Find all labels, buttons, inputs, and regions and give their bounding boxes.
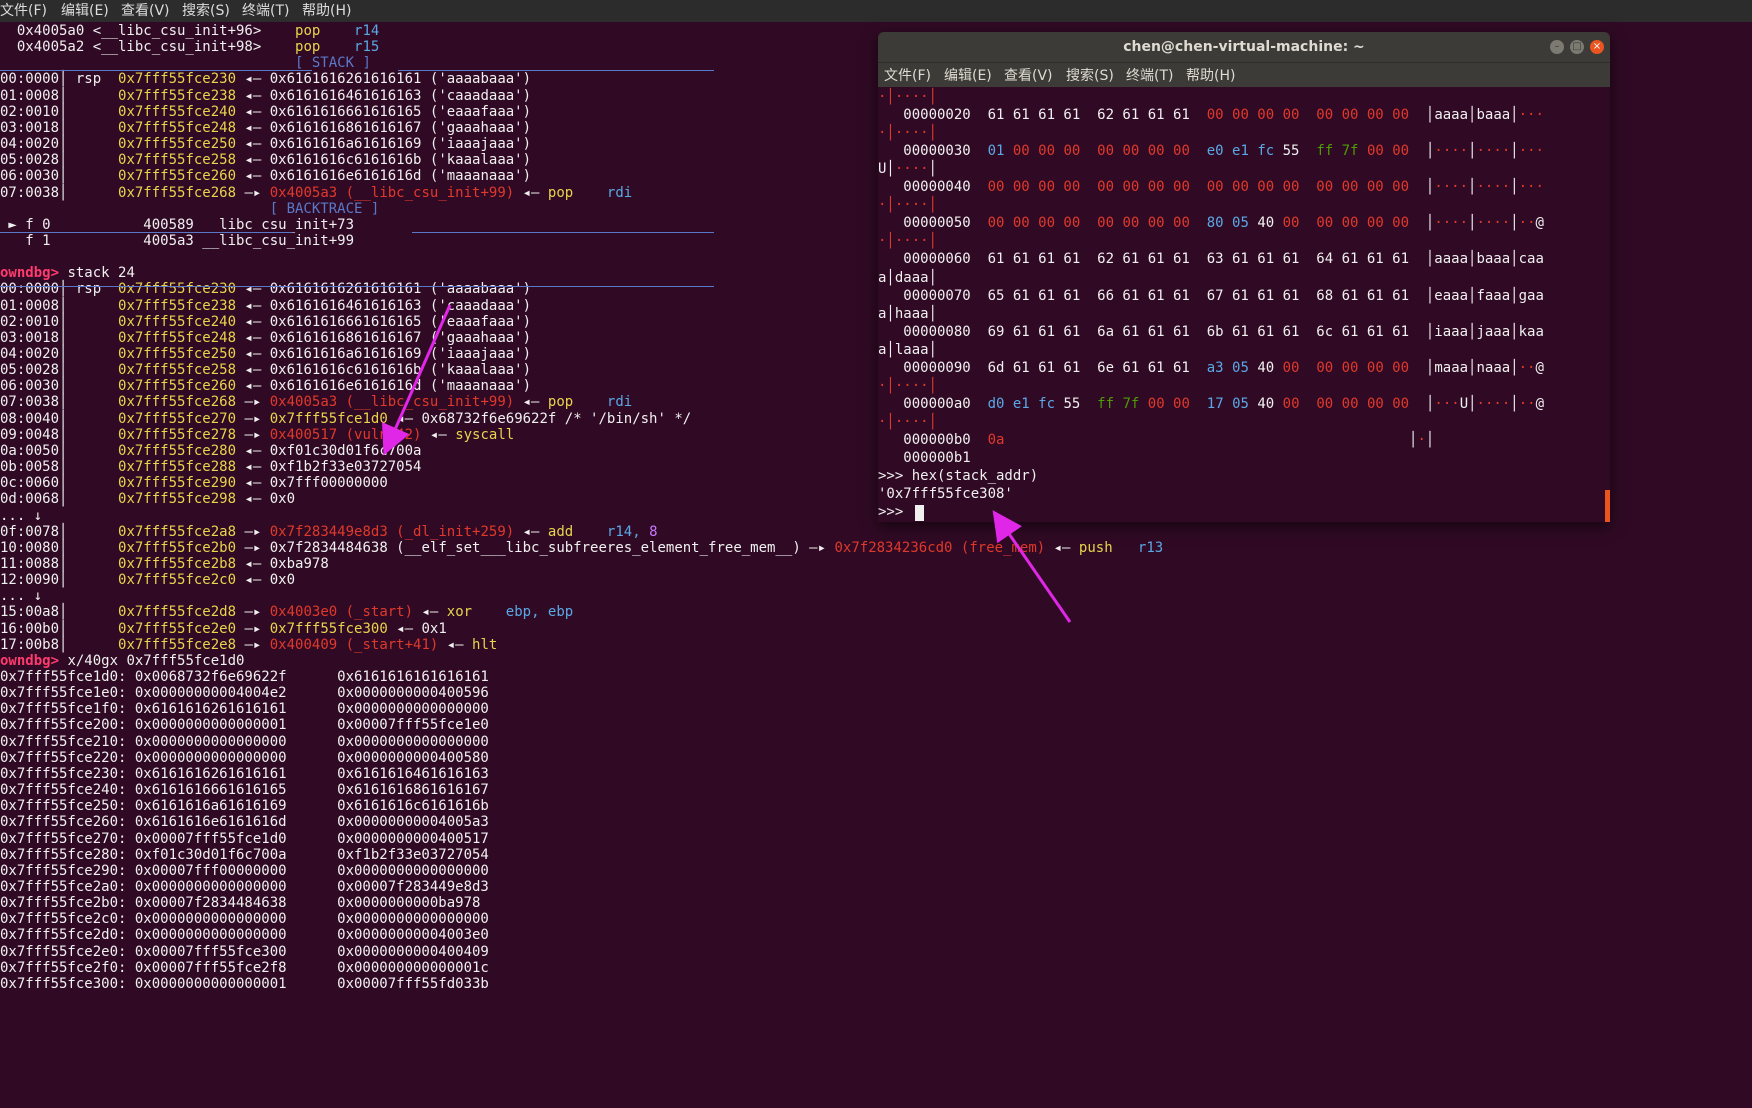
- annotation-arrow-stack-addr: [992, 510, 1072, 623]
- annotation-arrow-binsh: [381, 304, 452, 456]
- annotation-arrows: [381, 304, 1072, 623]
